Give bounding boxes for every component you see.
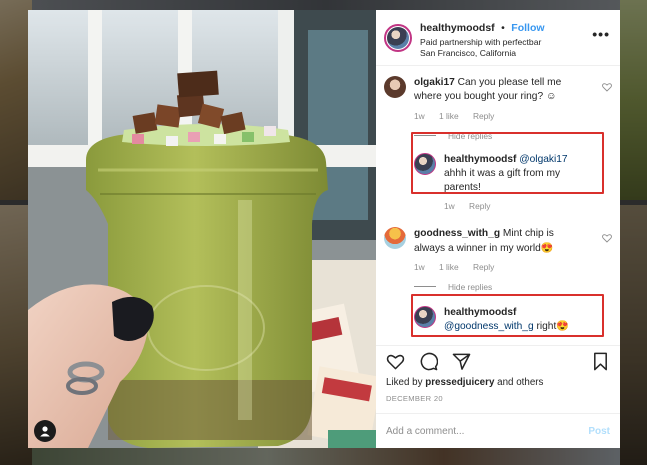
author-meta: healthymoodsf • Follow Paid partnership … [420, 17, 545, 58]
sponsor-line[interactable]: Paid partnership with perfectbar [420, 37, 545, 48]
comments-list: olgaki17 Can you please tell me where yo… [376, 66, 620, 345]
comment-text: goodness_with_g Mint chip is always a wi… [414, 227, 586, 256]
background-thumbnail[interactable] [32, 0, 620, 10]
more-options-icon[interactable]: ••• [592, 26, 610, 42]
user-tag-button[interactable] [34, 420, 56, 442]
likes-summary: Liked by pressedjuicery and others [376, 377, 620, 388]
highlight-box [411, 132, 604, 194]
like-heart-icon[interactable] [386, 352, 405, 371]
share-paper-plane-icon[interactable] [452, 352, 471, 371]
divider-line [414, 286, 436, 288]
comment-age[interactable]: 1w [414, 111, 425, 121]
comment-username[interactable]: goodness_with_g [414, 228, 500, 239]
likes-prefix: Liked by [386, 377, 423, 388]
post-photo[interactable] [28, 10, 376, 448]
action-bar [376, 345, 620, 377]
background-thumbnail[interactable] [32, 448, 620, 465]
location-link[interactable]: San Francisco, California [420, 48, 545, 59]
post-modal: healthymoodsf • Follow Paid partnership … [28, 10, 620, 448]
commenter-avatar[interactable] [384, 227, 406, 250]
hide-replies-label: Hide replies [448, 281, 493, 292]
likes-suffix: and others [497, 377, 544, 388]
author-avatar[interactable] [384, 23, 412, 52]
comment-username[interactable]: olgaki17 [414, 77, 455, 88]
reply-button[interactable]: Reply [473, 111, 494, 121]
post-side-panel: healthymoodsf • Follow Paid partnership … [376, 10, 620, 448]
like-comment-heart-icon[interactable] [602, 233, 612, 244]
post-date[interactable]: DECEMBER 20 [376, 388, 620, 403]
hide-replies-button[interactable]: Hide replies [414, 282, 586, 292]
save-bookmark-icon[interactable] [591, 352, 610, 371]
reply-actions: 1w Reply [444, 201, 580, 211]
post-header: healthymoodsf • Follow Paid partnership … [376, 10, 620, 66]
comment-actions: 1w 1 like Reply [414, 111, 586, 121]
background-thumbnail[interactable] [620, 205, 647, 465]
comment: goodness_with_g Mint chip is always a wi… [384, 227, 612, 292]
author-username[interactable]: healthymoodsf [420, 22, 495, 34]
liked-by-user-link[interactable]: pressedjuicery [425, 377, 494, 388]
background-thumbnail[interactable] [620, 0, 647, 200]
smoothie-jar-photo [28, 10, 376, 448]
post-comment-button[interactable]: Post [588, 426, 610, 437]
comment-bubble-icon[interactable] [419, 352, 438, 371]
comment-actions: 1w 1 like Reply [414, 262, 586, 272]
comment: olgaki17 Can you please tell me where yo… [384, 76, 612, 141]
reply-age[interactable]: 1w [444, 201, 455, 211]
like-comment-heart-icon[interactable] [602, 82, 612, 92]
comment-likes[interactable]: 1 like [439, 111, 459, 121]
add-comment-input[interactable] [386, 425, 589, 437]
comment-age[interactable]: 1w [414, 262, 425, 272]
add-comment-bar: Post [376, 413, 620, 448]
reply-button[interactable]: Reply [473, 262, 494, 272]
person-icon [40, 426, 50, 437]
commenter-avatar[interactable] [384, 76, 406, 98]
follow-button[interactable]: Follow [511, 22, 544, 34]
comment-text: olgaki17 Can you please tell me where yo… [414, 76, 586, 105]
highlight-box [411, 294, 604, 337]
separator-dot: • [501, 21, 505, 34]
comment-likes[interactable]: 1 like [439, 262, 459, 272]
reply-button[interactable]: Reply [469, 201, 490, 211]
